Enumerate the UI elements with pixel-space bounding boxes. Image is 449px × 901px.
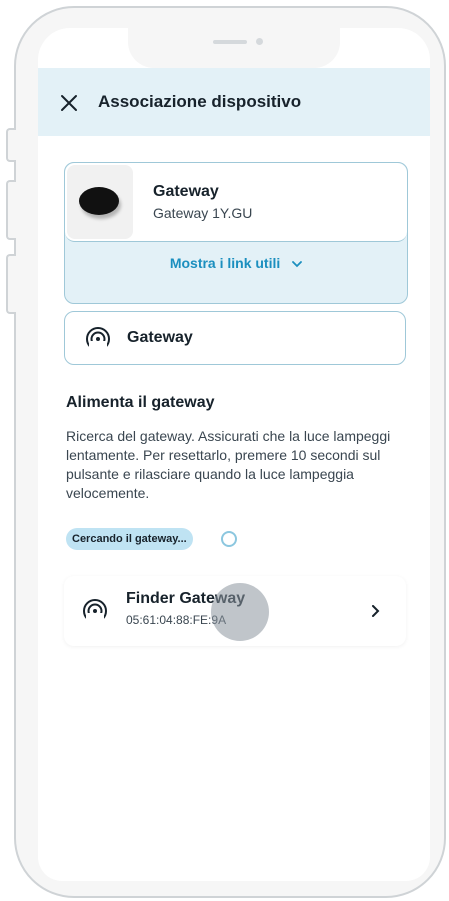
section-title: Alimenta il gateway	[66, 394, 215, 411]
speaker-bar	[213, 40, 247, 44]
phone-side-button	[6, 180, 16, 240]
show-useful-links-button[interactable]: Mostra i link utili	[65, 255, 407, 271]
signal-icon	[86, 327, 110, 352]
device-card: Gateway Gateway 1Y.GU Mostra i link util…	[64, 162, 408, 304]
phone-side-button	[6, 128, 16, 162]
spinner-icon	[221, 531, 237, 547]
close-icon[interactable]	[60, 94, 78, 112]
useful-links-label: Mostra i link utili	[169, 255, 281, 271]
camera-dot	[256, 38, 263, 45]
signal-icon	[83, 599, 107, 624]
gateway-chip-label: Gateway	[127, 329, 193, 346]
device-name: Gateway	[153, 183, 219, 200]
gateway-device-picture	[79, 187, 119, 215]
device-model: Gateway 1Y.GU	[153, 205, 253, 221]
device-image	[67, 165, 133, 239]
phone-notch	[128, 28, 340, 68]
phone-side-button	[6, 254, 16, 314]
touch-indicator	[211, 583, 269, 641]
page-title: Associazione dispositivo	[98, 92, 302, 111]
section-description: Ricerca del gateway. Assicurati che la l…	[66, 428, 391, 501]
chevron-down-icon	[292, 261, 303, 268]
top-app-bar: Associazione dispositivo	[38, 68, 430, 136]
app-screen: Associazione dispositivo Gateway Gateway…	[38, 28, 430, 881]
gateway-type-chip[interactable]: Gateway	[64, 311, 406, 365]
device-info: Gateway Gateway 1Y.GU	[65, 163, 407, 242]
chevron-right-icon	[372, 605, 380, 617]
status-badge: Cercando il gateway...	[66, 528, 193, 550]
